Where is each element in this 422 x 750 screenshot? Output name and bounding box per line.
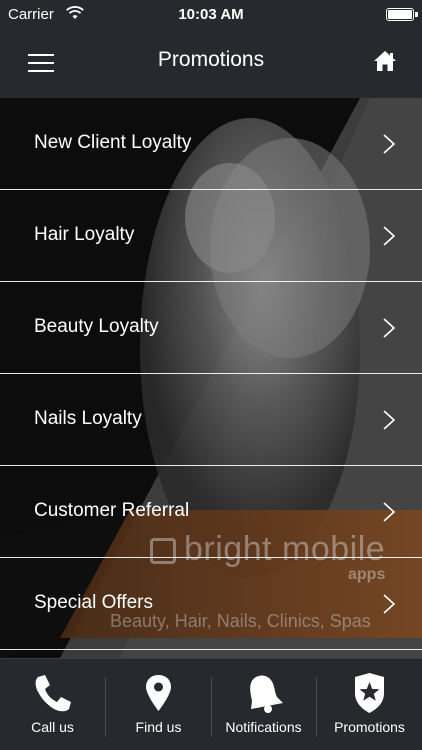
- tab-label: Find us: [135, 719, 182, 735]
- status-time: 10:03 AM: [178, 6, 244, 23]
- nav-bar: Promotions: [0, 30, 422, 98]
- map-pin-icon: [146, 675, 171, 711]
- promo-row-customer-referral[interactable]: Customer Referral: [0, 466, 422, 558]
- battery-tip: [415, 12, 418, 17]
- chevron-right-icon: [383, 410, 396, 430]
- chevron-right-icon: [383, 226, 396, 246]
- promo-row-nails-loyalty[interactable]: Nails Loyalty: [0, 374, 422, 466]
- promo-row-hair-loyalty[interactable]: Hair Loyalty: [0, 190, 422, 282]
- promo-row-label: New Client Loyalty: [34, 132, 192, 153]
- promo-row-label: Special Offers: [34, 592, 153, 613]
- promo-row-special-offers[interactable]: Special Offers: [0, 558, 422, 650]
- tab-label: Call us: [31, 719, 74, 735]
- chevron-right-icon: [383, 318, 396, 338]
- battery-icon: [386, 8, 414, 21]
- tab-call-us[interactable]: Call us: [0, 659, 105, 750]
- tab-label: Notifications: [225, 719, 302, 735]
- promo-row-new-client-loyalty[interactable]: New Client Loyalty: [0, 98, 422, 190]
- promo-row-beauty-loyalty[interactable]: Beauty Loyalty: [0, 282, 422, 374]
- status-bar: Carrier 10:03 AM: [0, 0, 422, 30]
- promo-row-label: Customer Referral: [34, 500, 190, 521]
- tab-notifications[interactable]: Notifications: [211, 659, 316, 750]
- chevron-right-icon: [383, 502, 396, 522]
- home-icon[interactable]: [372, 48, 398, 74]
- star-shield-icon: [355, 673, 384, 713]
- tab-promotions[interactable]: Promotions: [317, 659, 422, 750]
- promotions-content: bright mobile apps Beauty, Hair, Nails, …: [0, 98, 422, 658]
- promo-row-label: Hair Loyalty: [34, 224, 135, 245]
- tab-bar: Call us Find us Notifications Promotions: [0, 658, 422, 750]
- chevron-right-icon: [383, 594, 396, 614]
- promo-row-label: Nails Loyalty: [34, 408, 142, 429]
- bell-icon: [250, 675, 283, 713]
- tab-find-us[interactable]: Find us: [106, 659, 211, 750]
- phone-icon: [35, 675, 71, 712]
- chevron-right-icon: [383, 134, 396, 154]
- tab-label: Promotions: [334, 719, 405, 735]
- page-title: Promotions: [157, 48, 265, 71]
- promo-row-label: Beauty Loyalty: [34, 316, 159, 337]
